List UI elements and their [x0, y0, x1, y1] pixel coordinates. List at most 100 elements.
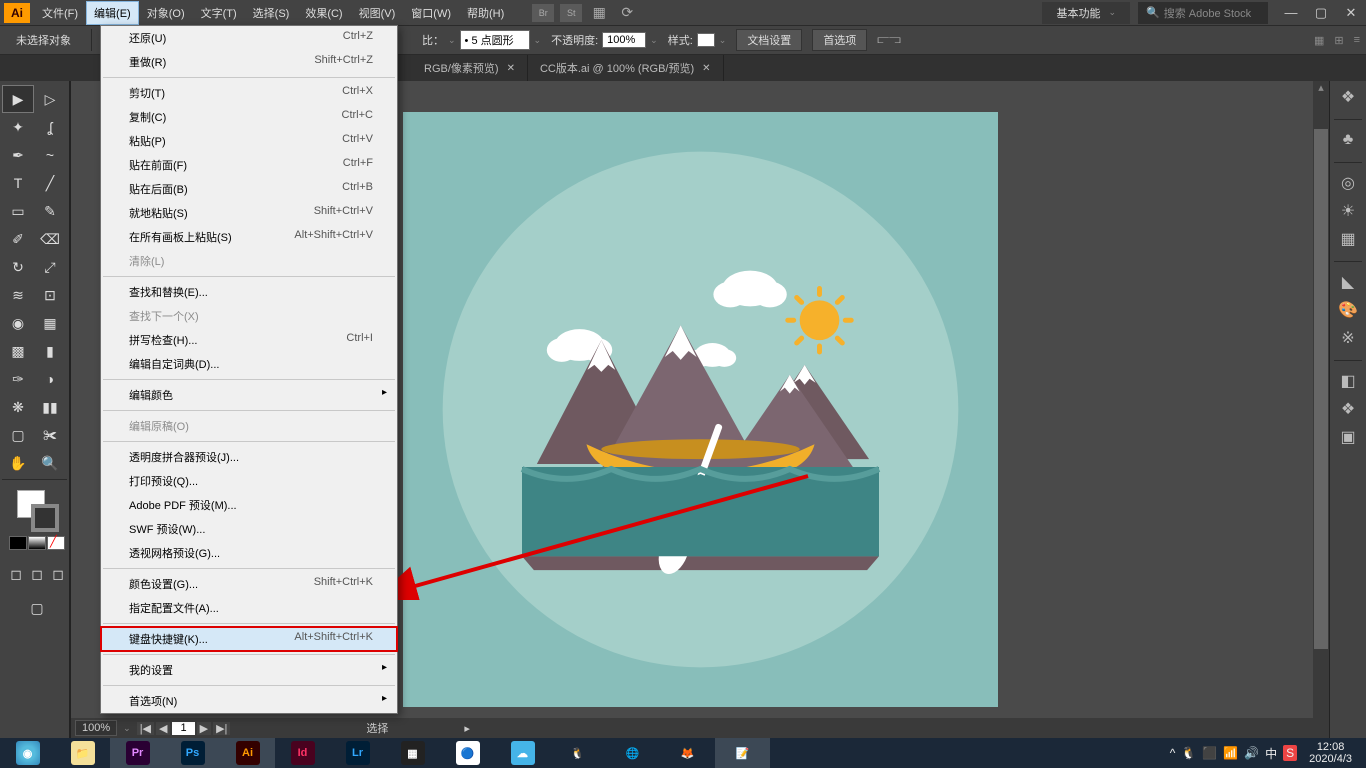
edit-menu-item[interactable]: 编辑自定词典(D)... [101, 352, 397, 376]
task-explorer[interactable]: 📁 [55, 738, 110, 768]
search-stock[interactable]: 🔍 搜索 Adobe Stock [1138, 2, 1268, 24]
task-premiere[interactable]: Pr [110, 738, 165, 768]
close-tab-icon[interactable]: ✕ [702, 63, 710, 74]
style-swatch[interactable] [697, 33, 715, 47]
doc-tab-2[interactable]: CC版本.ai @ 100% (RGB/预览) ✕ [528, 55, 724, 81]
stroke-panel-icon[interactable]: ※ [1334, 326, 1362, 350]
line-tool[interactable]: ╱ [34, 169, 66, 197]
edit-menu-item[interactable]: 复制(C)Ctrl+C [101, 105, 397, 129]
edit-menu-item[interactable]: 指定配置文件(A)... [101, 596, 397, 620]
symbols-panel-icon[interactable]: 🎨 [1334, 298, 1362, 322]
edit-menu-item[interactable]: 拼写检查(H)...Ctrl+I [101, 328, 397, 352]
gpu-icon[interactable]: ⟳ [616, 4, 638, 22]
close-button[interactable]: ✕ [1336, 0, 1366, 25]
free-transform-tool[interactable]: ⊡ [34, 281, 66, 309]
task-notepad[interactable]: 📝 [715, 738, 770, 768]
layers-panel-icon[interactable]: ❖ [1334, 397, 1362, 421]
edit-menu-item[interactable]: 编辑颜色 [101, 383, 397, 407]
menu-help[interactable]: 帮助(H) [459, 1, 512, 25]
tray-qq-icon[interactable]: 🐧 [1181, 746, 1196, 760]
task-indesign[interactable]: Id [275, 738, 330, 768]
direct-selection-tool[interactable]: ▷ [34, 85, 66, 113]
screen-mode[interactable]: ▢ [21, 594, 53, 622]
transparency-panel-icon[interactable]: ◧ [1334, 369, 1362, 393]
libraries-panel-icon[interactable]: ♣ [1334, 128, 1362, 152]
symbol-sprayer-tool[interactable]: ❋ [2, 393, 34, 421]
edit-menu-item[interactable]: 打印预设(Q)... [101, 469, 397, 493]
edit-menu-item[interactable]: 贴在前面(F)Ctrl+F [101, 153, 397, 177]
task-app3[interactable]: ☁ [495, 738, 550, 768]
tray-app-icon[interactable]: ⬛ [1202, 746, 1217, 760]
task-app2[interactable]: 🔵 [440, 738, 495, 768]
width-tool[interactable]: ≋ [2, 281, 34, 309]
fill-stroke-swatches[interactable] [17, 490, 57, 530]
transform-icon-2[interactable]: ⊞ [1334, 34, 1343, 47]
artboard-tool[interactable]: ▢ [2, 421, 34, 449]
task-illustrator[interactable]: Ai [220, 738, 275, 768]
brushes-panel-icon[interactable]: ◣ [1334, 270, 1362, 294]
swatches-panel-icon[interactable]: ▦ [1334, 227, 1362, 251]
arrange-icon[interactable]: ▦ [588, 4, 610, 22]
eraser-tool[interactable]: ⌫ [34, 225, 66, 253]
vertical-scrollbar[interactable]: ▴ [1313, 81, 1329, 722]
rotate-tool[interactable]: ↻ [2, 253, 34, 281]
draw-behind[interactable]: ◻ [27, 560, 47, 588]
zoom-tool[interactable]: 🔍 [34, 449, 66, 477]
align-icon[interactable]: ⫍⫎ [877, 34, 900, 47]
tray-sogou-icon[interactable]: S [1283, 745, 1297, 761]
hand-tool[interactable]: ✋ [2, 449, 34, 477]
edit-menu-item[interactable]: 就地粘贴(S)Shift+Ctrl+V [101, 201, 397, 225]
gradient-mode[interactable] [28, 536, 46, 550]
menu-edit[interactable]: 编辑(E) [86, 1, 139, 25]
scale-tool[interactable]: ⤢ [34, 253, 66, 281]
paintbrush-tool[interactable]: ✎ [34, 197, 66, 225]
edit-menu-item[interactable]: 透明度拼合器预设(J)... [101, 445, 397, 469]
transform-icon[interactable]: ▦ [1314, 34, 1324, 47]
shape-builder-tool[interactable]: ◉ [2, 309, 34, 337]
curvature-tool[interactable]: ~ [34, 141, 66, 169]
edit-menu-item[interactable]: 透视网格预设(G)... [101, 541, 397, 565]
opacity-value[interactable]: 100% [602, 32, 646, 48]
menu-text[interactable]: 文字(T) [193, 1, 245, 25]
edit-menu-item[interactable]: 重做(R)Shift+Ctrl+Z [101, 50, 397, 74]
artboards-panel-icon[interactable]: ▣ [1334, 425, 1362, 449]
prefs-button[interactable]: 首选项 [812, 29, 867, 51]
menu-object[interactable]: 对象(O) [139, 1, 193, 25]
menu-window[interactable]: 窗口(W) [403, 1, 459, 25]
edit-menu-item[interactable]: SWF 预设(W)... [101, 517, 397, 541]
color-mode[interactable] [9, 536, 27, 550]
tray-network-icon[interactable]: 📶 [1223, 746, 1238, 760]
mesh-tool[interactable]: ▩ [2, 337, 34, 365]
close-tab-icon[interactable]: ✕ [507, 63, 515, 74]
task-firefox[interactable]: 🦊 [660, 738, 715, 768]
edit-menu-item[interactable]: 贴在后面(B)Ctrl+B [101, 177, 397, 201]
slice-tool[interactable]: ✀ [34, 421, 66, 449]
tray-volume-icon[interactable]: 🔊 [1244, 746, 1259, 760]
eyedropper-tool[interactable]: ✑ [2, 365, 34, 393]
edit-menu-item[interactable]: 在所有画板上粘贴(S)Alt+Shift+Ctrl+V [101, 225, 397, 249]
tray-ime-icon[interactable]: 中 [1265, 745, 1277, 762]
menu-view[interactable]: 视图(V) [351, 1, 404, 25]
perspective-tool[interactable]: ▦ [34, 309, 66, 337]
task-qq[interactable]: 🐧 [550, 738, 605, 768]
task-lightroom[interactable]: Lr [330, 738, 385, 768]
task-chrome[interactable]: 🌐 [605, 738, 660, 768]
edit-menu-item[interactable]: 键盘快捷键(K)...Alt+Shift+Ctrl+K [101, 627, 397, 651]
magic-wand-tool[interactable]: ✦ [2, 113, 34, 141]
edit-menu-item[interactable]: 还原(U)Ctrl+Z [101, 26, 397, 50]
none-mode[interactable]: ╱ [47, 536, 65, 550]
properties-panel-icon[interactable]: ❖ [1334, 85, 1362, 109]
stroke-swatch[interactable] [31, 504, 59, 532]
maximize-button[interactable]: ▢ [1306, 0, 1336, 25]
task-photoshop[interactable]: Ps [165, 738, 220, 768]
edit-menu-item[interactable]: 粘贴(P)Ctrl+V [101, 129, 397, 153]
bridge-icon[interactable]: Br [532, 4, 554, 22]
edit-menu-item[interactable]: 查找和替换(E)... [101, 280, 397, 304]
selection-tool[interactable]: ▶ [2, 85, 34, 113]
workspace-selector[interactable]: 基本功能 ⌄ [1042, 2, 1130, 24]
stock-icon[interactable]: St [560, 4, 582, 22]
artboard-nav[interactable]: |◀◀1▶▶| [137, 722, 231, 735]
edit-menu-item[interactable]: Adobe PDF 预设(M)... [101, 493, 397, 517]
task-browser[interactable]: ◉ [0, 738, 55, 768]
type-tool[interactable]: T [2, 169, 34, 197]
